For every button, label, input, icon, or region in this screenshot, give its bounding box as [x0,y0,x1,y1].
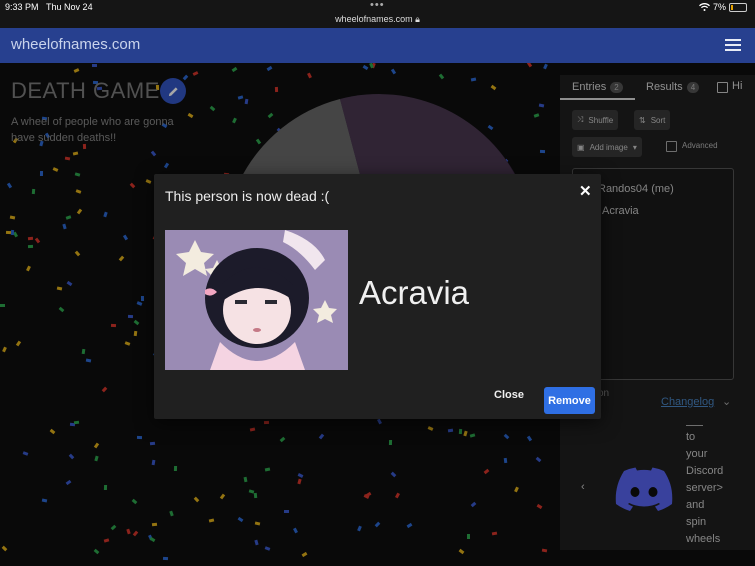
close-button[interactable]: Close [494,389,524,401]
close-icon[interactable]: ✕ [579,182,592,200]
winner-dialog: This person is now dead :( ✕ Acravia Clo… [154,174,601,419]
winner-avatar-image [165,230,348,370]
winner-name: Acravia [359,274,470,311]
remove-button[interactable]: Remove [544,387,595,414]
dialog-title: This person is now dead :( [165,188,330,204]
